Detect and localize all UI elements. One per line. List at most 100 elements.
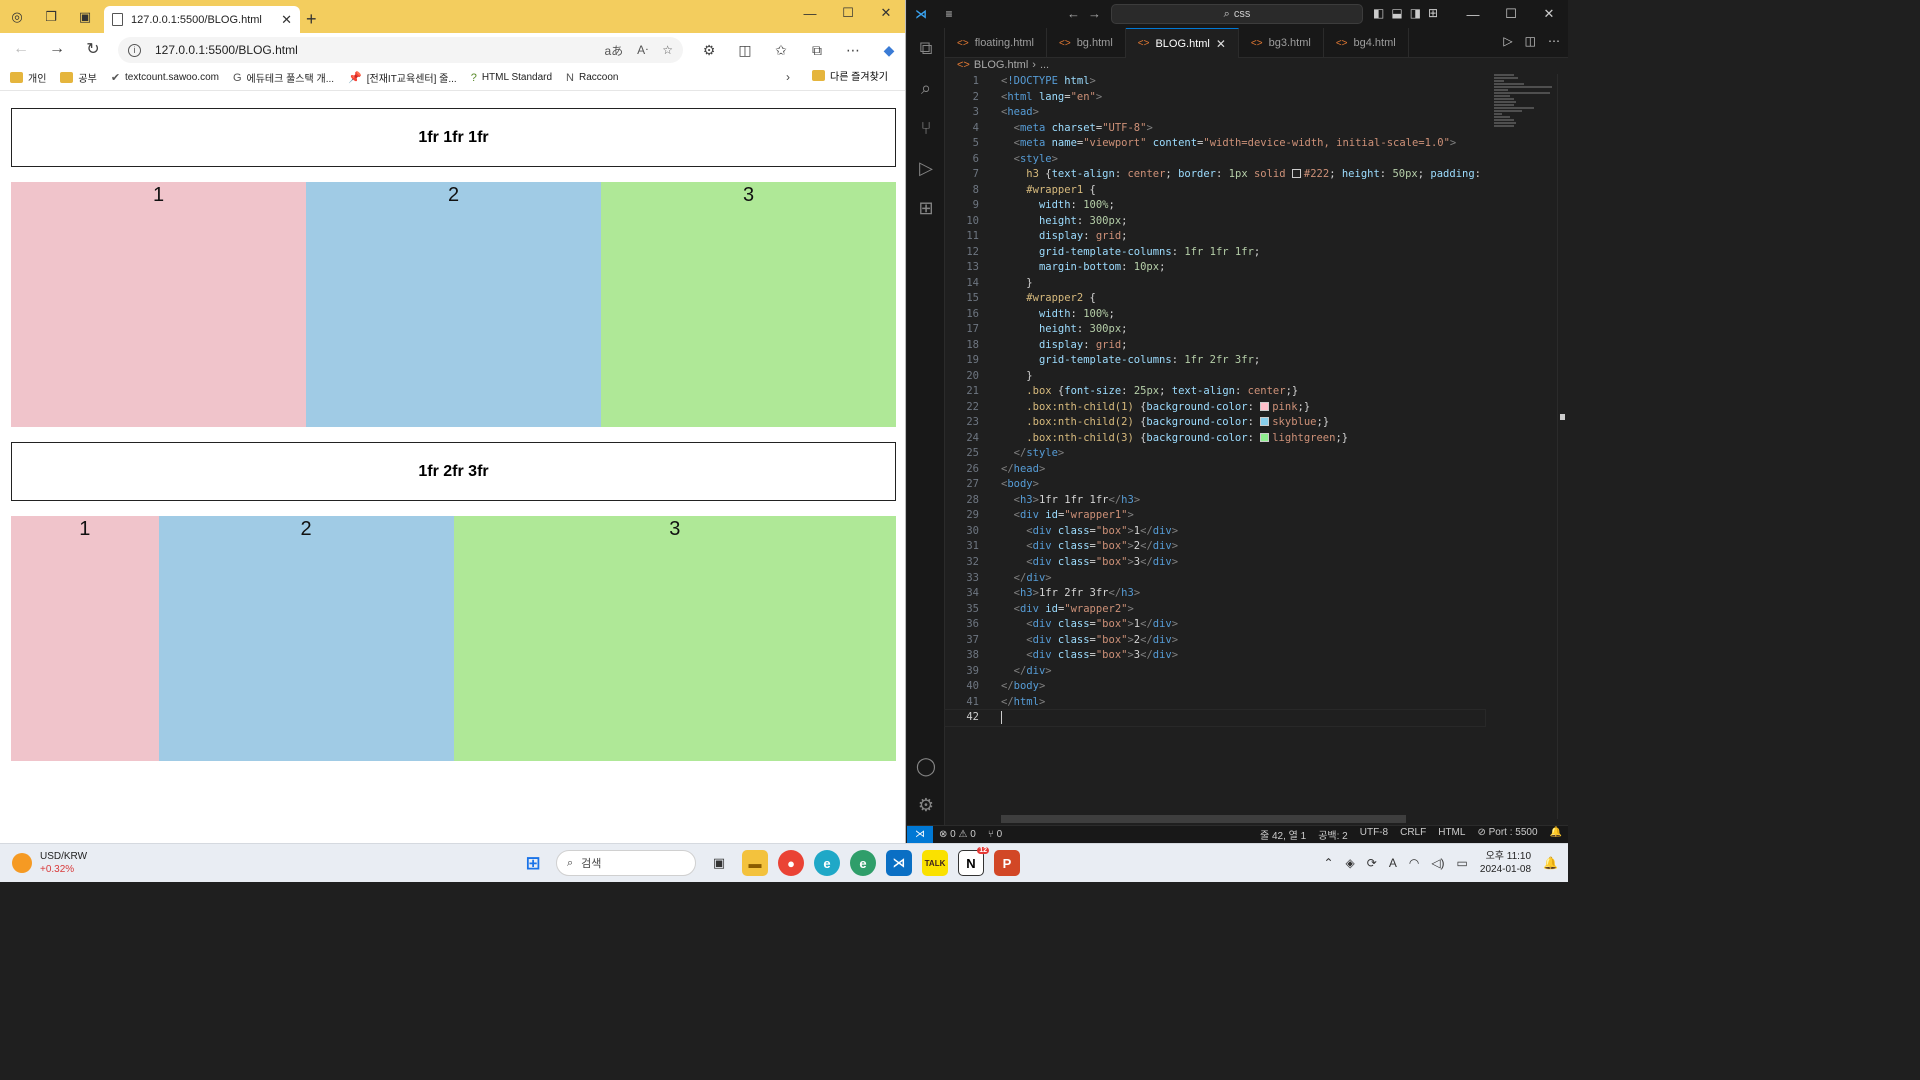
tab-bg4[interactable]: <> bg4.html: [1324, 28, 1409, 58]
edge-icon[interactable]: e: [814, 850, 840, 876]
bookmark-item[interactable]: 공부: [60, 70, 97, 85]
live-server-port[interactable]: ⊘ Port : 5500: [1471, 827, 1543, 842]
toggle-panel-icon[interactable]: ⬓: [1391, 6, 1402, 20]
copilot-icon[interactable]: ◆: [874, 37, 904, 63]
market-widget[interactable]: USD/KRW +0.32%: [12, 850, 87, 876]
sync-icon[interactable]: ⟳: [1367, 856, 1377, 870]
minimize-button[interactable]: —: [791, 0, 829, 26]
source-control-icon[interactable]: ⑂: [907, 108, 945, 148]
edge-dev-icon[interactable]: e: [850, 850, 876, 876]
tab-floating[interactable]: <> floating.html: [945, 28, 1047, 58]
powerpoint-icon[interactable]: P: [994, 850, 1020, 876]
settings-gear-icon[interactable]: ⚙: [907, 785, 945, 825]
menu-icon[interactable]: ≡: [935, 7, 963, 21]
kakaotalk-icon[interactable]: TALK: [922, 850, 948, 876]
indentation[interactable]: 공백: 2: [1312, 827, 1354, 842]
refresh-button[interactable]: ↻: [78, 35, 108, 63]
browser-tab-active[interactable]: 127.0.0.1:5500/BLOG.html ✕: [104, 6, 300, 33]
problems-status[interactable]: ⊗ 0 ⚠ 0: [933, 829, 982, 840]
back-button[interactable]: ←: [6, 35, 36, 63]
address-bar[interactable]: i 127.0.0.1:5500/BLOG.html aあ A͏ᐧ ☆: [118, 37, 683, 63]
account-icon[interactable]: ◯: [907, 746, 945, 786]
command-center-search[interactable]: ⌕ css: [1111, 4, 1363, 24]
chrome-icon[interactable]: ●: [778, 850, 804, 876]
tab-bg[interactable]: <> bg.html: [1047, 28, 1126, 58]
bookmarks-overflow-icon[interactable]: ›: [786, 70, 790, 84]
extensions-icon[interactable]: ⊞: [907, 188, 945, 228]
bookmark-item[interactable]: G 에듀테크 풀스택 개...: [233, 70, 334, 86]
code-line: 15 #wrapper2 {: [966, 292, 1096, 305]
minimap[interactable]: [1494, 74, 1554, 144]
wifi-icon[interactable]: ◠: [1409, 856, 1419, 870]
defender-icon[interactable]: ◈: [1346, 856, 1355, 870]
maximize-button[interactable]: ☐: [829, 0, 867, 26]
collections-icon[interactable]: ⧉: [802, 37, 832, 63]
volume-icon[interactable]: ◁): [1431, 856, 1444, 870]
clock[interactable]: 오후 11:10 2024-01-08: [1480, 850, 1531, 876]
translate-icon[interactable]: aあ: [604, 42, 623, 59]
file-explorer-icon[interactable]: ▬: [742, 850, 768, 876]
maximize-button[interactable]: ☐: [1492, 0, 1530, 28]
ime-icon[interactable]: A: [1389, 856, 1397, 870]
profile-icon[interactable]: ◎: [0, 0, 34, 33]
toggle-sidebar-icon[interactable]: ◧: [1373, 6, 1384, 20]
bookmark-item[interactable]: ? HTML Standard: [471, 72, 552, 84]
taskbar-search[interactable]: ⌕ 검색: [556, 850, 696, 876]
html-file-icon: <>: [957, 59, 970, 71]
run-debug-icon[interactable]: ▷: [907, 148, 945, 188]
breadcrumb-file[interactable]: BLOG.html: [974, 59, 1028, 71]
task-view-icon[interactable]: ▣: [706, 850, 732, 876]
minimize-button[interactable]: —: [1454, 0, 1492, 28]
customize-layout-icon[interactable]: ⊞: [1428, 6, 1438, 20]
toggle-secondary-sidebar-icon[interactable]: ◨: [1410, 6, 1421, 20]
code-editor[interactable]: 1 <!DOCTYPE html> 2 <html lang="en"> 3 <hea…: [944, 74, 1486, 819]
notifications-bell-icon[interactable]: 🔔: [1544, 827, 1568, 842]
split-editor-icon[interactable]: ◫: [1525, 34, 1536, 48]
run-icon[interactable]: ▷: [1503, 34, 1512, 48]
bookmark-item[interactable]: N Raccoon: [566, 72, 618, 84]
notification-center-icon[interactable]: 🔔: [1543, 856, 1558, 870]
chevron-up-icon[interactable]: ⌃: [1323, 856, 1333, 870]
cursor-position[interactable]: 줄 42, 열 1: [1254, 827, 1312, 842]
more-actions-icon[interactable]: ⋯: [1548, 34, 1560, 48]
bookmark-item[interactable]: 📌 [전재IT교육센터] 줄...: [348, 70, 457, 85]
forward-button[interactable]: →: [42, 35, 72, 63]
code-line-current: 42: [944, 709, 1486, 727]
line-ending[interactable]: CRLF: [1394, 827, 1432, 842]
site-info-icon[interactable]: i: [128, 43, 141, 57]
more-menu-icon[interactable]: ⋯: [838, 37, 868, 63]
ports-status[interactable]: ⑂ 0: [982, 829, 1008, 840]
remote-icon[interactable]: ⋊: [907, 825, 933, 844]
favorite-star-icon[interactable]: ☆: [662, 43, 673, 57]
horizontal-scrollbar[interactable]: [1001, 815, 1406, 823]
split-screen-icon[interactable]: ◫: [730, 37, 760, 63]
page-viewport: 1fr 1fr 1fr 1 2 3 1fr 2fr 3fr 1 2 3: [4, 92, 903, 840]
close-tab-icon[interactable]: ✕: [1216, 37, 1226, 51]
close-button[interactable]: ✕: [1530, 0, 1568, 28]
read-aloud-icon[interactable]: A͏ᐧ: [637, 43, 648, 57]
bookmark-item[interactable]: 개인: [10, 70, 46, 85]
start-windows-icon[interactable]: ⊞: [520, 850, 546, 876]
new-tab-button[interactable]: +: [306, 9, 317, 30]
battery-icon[interactable]: ▭: [1457, 856, 1468, 870]
vertical-tabs-icon[interactable]: ▣: [68, 0, 102, 33]
favorites-icon[interactable]: ✩: [766, 37, 796, 63]
vscode-icon[interactable]: ⋊: [886, 850, 912, 876]
notion-icon[interactable]: N 12: [958, 847, 989, 876]
vertical-scrollbar[interactable]: [1557, 74, 1566, 819]
address-url[interactable]: 127.0.0.1:5500/BLOG.html: [155, 43, 590, 57]
language-mode[interactable]: HTML: [1432, 827, 1471, 842]
extensions-icon[interactable]: ⚙: [694, 37, 724, 63]
breadcrumb-more[interactable]: ...: [1040, 59, 1049, 71]
encoding[interactable]: UTF-8: [1354, 827, 1394, 842]
nav-arrows[interactable]: ←→: [1067, 6, 1109, 21]
tab-bg3[interactable]: <> bg3.html: [1239, 28, 1324, 58]
tab-blog[interactable]: <> BLOG.html ✕: [1125, 28, 1239, 58]
close-tab-icon[interactable]: ✕: [281, 12, 292, 28]
search-icon[interactable]: ⌕: [907, 68, 945, 108]
workspaces-icon[interactable]: ❐: [34, 0, 68, 33]
bookmark-item[interactable]: ✔ textcount.sawoo.com: [111, 71, 219, 84]
explorer-icon[interactable]: ⧉: [907, 28, 945, 68]
close-button[interactable]: ✕: [867, 0, 905, 26]
other-bookmarks[interactable]: 다른 즐겨찾기: [812, 68, 888, 83]
